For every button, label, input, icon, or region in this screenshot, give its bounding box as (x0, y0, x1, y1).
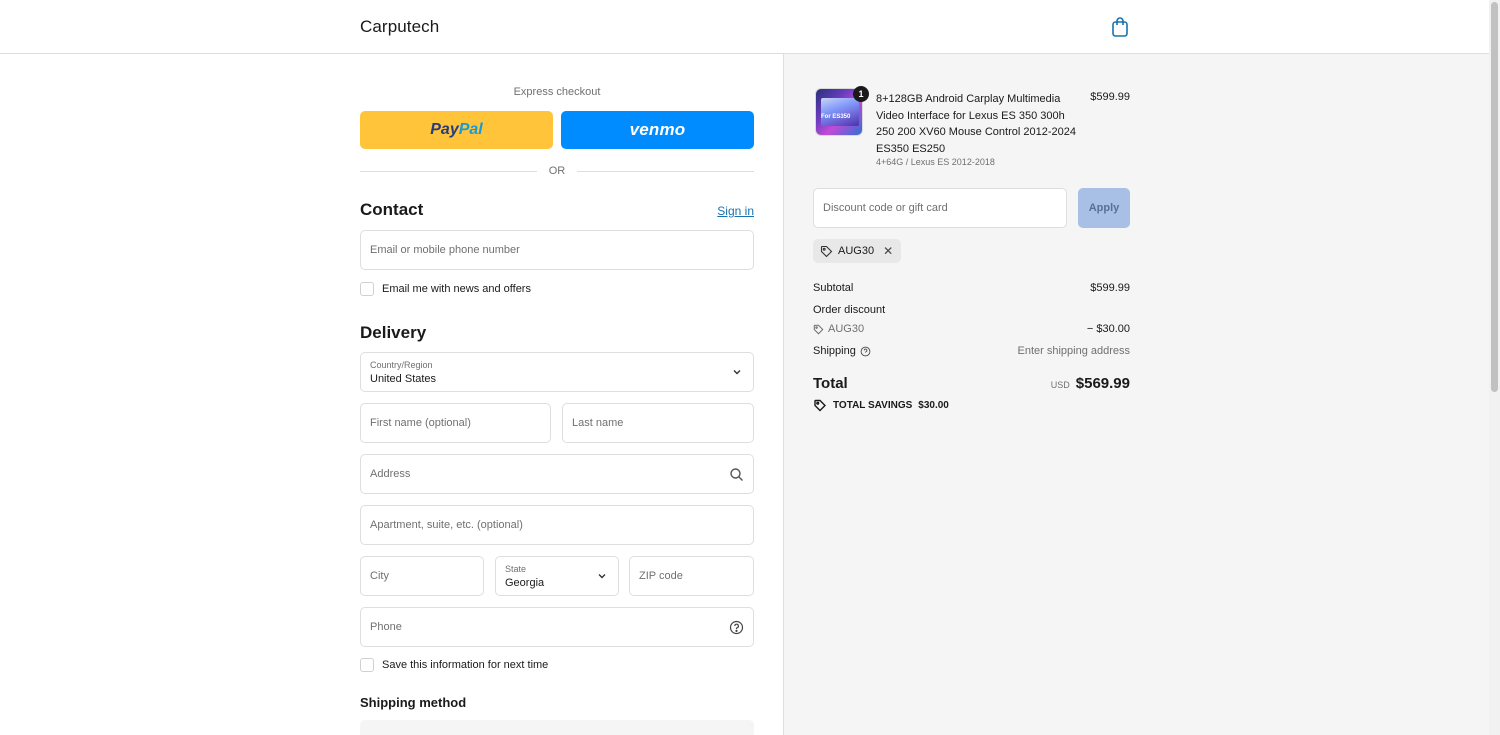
subtotal-row: Subtotal $599.99 (813, 282, 1130, 294)
discount-field[interactable] (813, 188, 1067, 228)
phone-field[interactable] (360, 607, 754, 647)
save-info-label: Save this information for next time (382, 659, 549, 671)
order-discount-code-row: AUG30 − $30.00 (813, 323, 1130, 335)
page-scrollbar[interactable] (1489, 0, 1500, 735)
shipping-method-box (360, 720, 754, 735)
apply-button[interactable]: Apply (1078, 188, 1130, 228)
shipping-value: Enter shipping address (1017, 345, 1130, 357)
sign-in-link[interactable]: Sign in (717, 204, 754, 218)
state-value: Georgia (505, 577, 545, 589)
product-price: $599.99 (1090, 91, 1130, 103)
quantity-badge: 1 (853, 86, 869, 102)
newsletter-label: Email me with news and offers (382, 283, 531, 295)
newsletter-checkbox[interactable] (360, 282, 374, 296)
state-select[interactable]: State Georgia (495, 556, 619, 596)
or-divider: OR (360, 164, 754, 178)
apartment-input[interactable] (361, 506, 753, 544)
country-select[interactable]: Country/Region United States (360, 352, 754, 392)
applied-code: AUG30 (838, 245, 875, 257)
first-name-field[interactable] (360, 403, 551, 443)
remove-discount-icon[interactable]: ✕ (883, 244, 893, 258)
help-circle-icon[interactable] (729, 620, 744, 635)
phone-input[interactable] (361, 608, 753, 646)
zip-field[interactable] (629, 556, 754, 596)
delivery-title: Delivery (360, 323, 427, 342)
shipping-row: Shipping Enter shipping address (813, 345, 1130, 357)
last-name-field[interactable] (562, 403, 754, 443)
venmo-button[interactable]: venmo (561, 111, 754, 149)
search-icon (730, 468, 743, 481)
order-discount-value: − $30.00 (1086, 323, 1130, 335)
address-input[interactable] (361, 455, 753, 493)
apartment-field[interactable] (360, 505, 754, 545)
email-field[interactable] (360, 230, 754, 270)
paypal-button[interactable]: PayPal (360, 111, 553, 149)
venmo-logo: venmo (629, 120, 686, 139)
city-field[interactable] (360, 556, 484, 596)
email-input[interactable] (361, 231, 753, 269)
last-name-input[interactable] (563, 404, 753, 442)
tag-icon (820, 245, 833, 257)
chevron-down-icon (733, 370, 741, 375)
chevron-down-icon (598, 574, 606, 579)
scrollbar-thumb[interactable] (1491, 2, 1498, 392)
paypal-logo-part2: Pal (458, 121, 483, 138)
address-field[interactable] (360, 454, 754, 494)
order-discount-label: Order discount (813, 304, 886, 316)
order-discount-code: AUG30 (828, 323, 865, 335)
subtotal-value: $599.99 (1090, 282, 1130, 294)
city-input[interactable] (361, 557, 483, 595)
store-logo[interactable]: Carputech (360, 17, 439, 37)
total-savings: TOTAL SAVINGS $30.00 (813, 399, 949, 412)
applied-discount-chip: AUG30 ✕ (813, 239, 902, 263)
zip-input[interactable] (630, 557, 753, 595)
total-value: $569.99 (1075, 375, 1130, 392)
country-label: Country/Region (370, 360, 433, 370)
savings-label: TOTAL SAVINGS (833, 400, 913, 411)
shopping-bag-icon[interactable] (1110, 16, 1130, 38)
total-label: Total (813, 375, 848, 392)
newsletter-option[interactable]: Email me with news and offers (360, 282, 531, 296)
contact-title: Contact (360, 200, 424, 219)
shipping-method-title: Shipping method (360, 695, 467, 710)
discount-input[interactable] (814, 189, 1066, 227)
order-discount-row: Order discount (813, 304, 1130, 316)
top-header: Carputech (0, 0, 1489, 54)
total-currency: USD (1050, 380, 1070, 390)
country-value: United States (370, 373, 437, 385)
product-thumbnail-text: For ES350 (821, 114, 851, 120)
product-variant: 4+64G / Lexus ES 2012-2018 (876, 157, 995, 167)
express-checkout-label: Express checkout (513, 86, 601, 98)
or-label: OR (548, 165, 566, 177)
product-name: 8+128GB Android Carplay Multimedia Video… (876, 93, 1076, 155)
save-info-checkbox[interactable] (360, 658, 374, 672)
state-label: State (505, 564, 527, 574)
total-row: Total USD $569.99 (813, 375, 1130, 392)
help-circle-icon[interactable] (860, 346, 871, 357)
subtotal-label: Subtotal (813, 282, 854, 294)
paypal-logo-part1: Pay (430, 121, 459, 138)
savings-value: $30.00 (918, 400, 949, 411)
shipping-label: Shipping (813, 345, 856, 357)
first-name-input[interactable] (361, 404, 550, 442)
tag-icon (814, 399, 826, 412)
tag-icon (813, 324, 824, 334)
save-info-option[interactable]: Save this information for next time (360, 658, 548, 672)
